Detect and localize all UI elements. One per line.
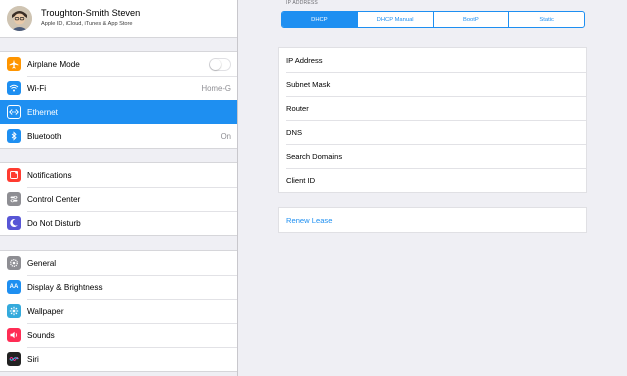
sidebar-item-siri[interactable]: Siri — [0, 347, 237, 371]
apple-id-profile-row[interactable]: Troughton-Smith Steven Apple ID, iCloud,… — [0, 0, 237, 38]
renew-lease-label: Renew Lease — [286, 215, 333, 225]
siri-icon — [7, 352, 21, 366]
toggle-knob — [210, 58, 221, 70]
renew-lease-button[interactable]: Renew Lease — [279, 208, 586, 232]
sidebar-item-label: Airplane Mode — [27, 59, 80, 69]
sidebar-item-label: Wallpaper — [27, 306, 64, 316]
sidebar-item-label: Display & Brightness — [27, 282, 103, 292]
field-search-domains[interactable]: Search Domains — [279, 144, 586, 168]
segment-static[interactable]: Static — [508, 12, 584, 27]
control-center-icon — [7, 192, 21, 206]
wallpaper-icon — [7, 304, 21, 318]
segment-dhcp-manual[interactable]: DHCP Manual — [356, 12, 433, 27]
ip-address-section-header: IP ADDRESS — [286, 0, 318, 6]
sounds-icon — [7, 328, 21, 342]
field-router: Router — [279, 96, 586, 120]
ethernet-icon — [7, 105, 21, 119]
sidebar-item-label: Wi-Fi — [27, 83, 47, 93]
sidebar-item-label: Siri — [27, 354, 39, 364]
sidebar-item-label: Ethernet — [27, 107, 58, 117]
field-label: Subnet Mask — [286, 79, 331, 89]
sidebar-item-airplane-mode[interactable]: Airplane Mode — [0, 52, 237, 76]
sidebar-item-label: Bluetooth — [27, 131, 62, 141]
sidebar-item-label: General — [27, 258, 57, 268]
airplane-mode-toggle[interactable] — [209, 57, 231, 71]
notifications-icon — [7, 168, 21, 182]
settings-screen: Troughton-Smith Steven Apple ID, iCloud,… — [0, 0, 627, 376]
wifi-network-value: Home-G — [201, 83, 231, 93]
sidebar-item-label: Do Not Disturb — [27, 218, 81, 228]
sidebar-item-label: Notifications — [27, 170, 72, 180]
wifi-icon — [7, 81, 21, 95]
bluetooth-status-value: On — [220, 131, 231, 141]
sidebar-item-bluetooth[interactable]: Bluetooth On — [0, 124, 237, 148]
sidebar-item-wifi[interactable]: Wi-Fi Home-G — [0, 76, 237, 100]
segment-bootp[interactable]: BootP — [432, 12, 509, 27]
sidebar-item-label: Sounds — [27, 330, 55, 340]
field-label: Router — [286, 103, 309, 113]
profile-name: Troughton-Smith Steven — [41, 8, 141, 18]
general-group: General AA Display & Brightness Wallpape… — [0, 250, 237, 372]
bluetooth-icon — [7, 129, 21, 143]
notifications-group: Notifications Control Center Do Not Dist… — [0, 162, 237, 236]
profile-subtitle: Apple ID, iCloud, iTunes & App Store — [41, 21, 133, 27]
renew-lease-group: Renew Lease — [278, 207, 587, 233]
sidebar-item-wallpaper[interactable]: Wallpaper — [0, 299, 237, 323]
field-subnet-mask: Subnet Mask — [279, 72, 586, 96]
sidebar-item-ethernet[interactable]: Ethernet — [0, 100, 237, 124]
avatar — [7, 6, 32, 31]
ethernet-detail-pane: IP ADDRESS DHCP DHCP Manual BootP Static… — [239, 0, 627, 376]
field-label: DNS — [286, 127, 303, 137]
settings-sidebar: Troughton-Smith Steven Apple ID, iCloud,… — [0, 0, 238, 376]
field-label: Search Domains — [286, 151, 343, 161]
field-client-id[interactable]: Client ID — [279, 168, 586, 192]
display-icon: AA — [7, 280, 21, 294]
gear-icon — [7, 256, 21, 270]
sidebar-item-general[interactable]: General — [0, 251, 237, 275]
sidebar-item-control-center[interactable]: Control Center — [0, 187, 237, 211]
sidebar-item-label: Control Center — [27, 194, 81, 204]
sidebar-item-notifications[interactable]: Notifications — [0, 163, 237, 187]
connectivity-group: Airplane Mode Wi-Fi Home-G Ethernet Blue… — [0, 51, 237, 149]
airplane-icon — [7, 57, 21, 71]
sidebar-item-sounds[interactable]: Sounds — [0, 323, 237, 347]
field-ip-address: IP Address — [279, 48, 586, 72]
field-dns[interactable]: DNS — [279, 120, 586, 144]
ip-mode-segmented-control: DHCP DHCP Manual BootP Static — [281, 11, 585, 28]
segment-dhcp[interactable]: DHCP — [282, 12, 357, 27]
sidebar-item-display-brightness[interactable]: AA Display & Brightness — [0, 275, 237, 299]
ip-details-group: IP Address Subnet Mask Router DNS Search… — [278, 47, 587, 193]
moon-icon — [7, 216, 21, 230]
field-label: Client ID — [286, 175, 316, 185]
field-label: IP Address — [286, 55, 323, 65]
sidebar-item-do-not-disturb[interactable]: Do Not Disturb — [0, 211, 237, 235]
